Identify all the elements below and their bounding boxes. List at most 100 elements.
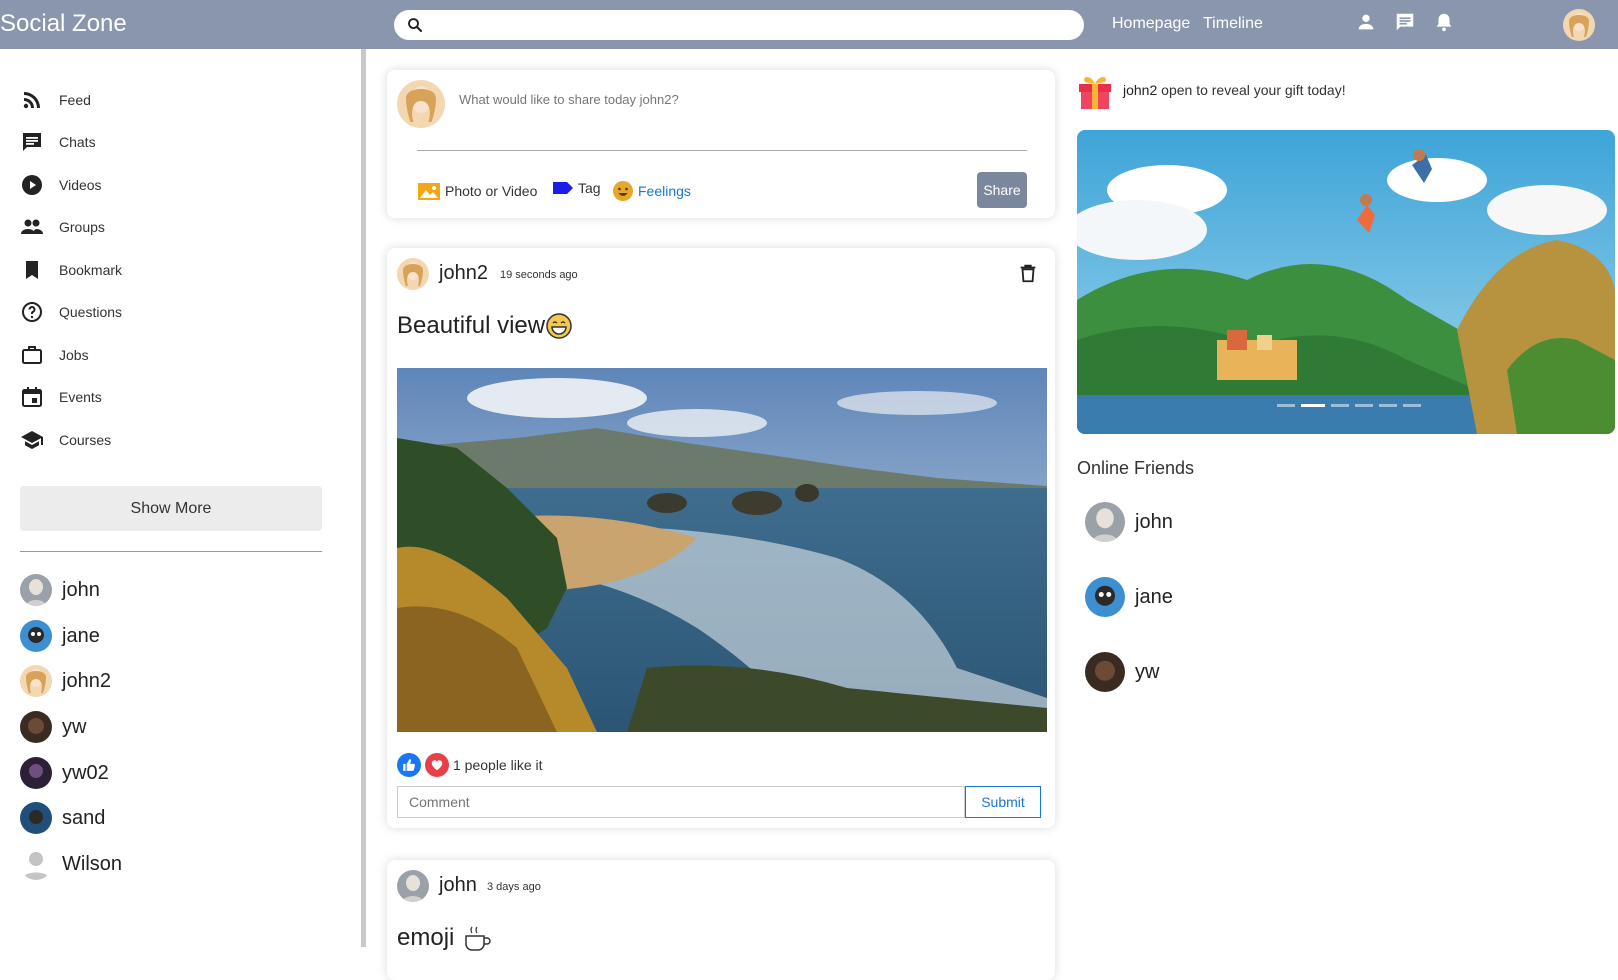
friend-item-john[interactable]: john — [20, 573, 100, 607]
sidebar-item-chats[interactable]: Chats — [20, 127, 320, 157]
share-input[interactable] — [459, 92, 1019, 107]
post-username[interactable]: john2 — [439, 262, 488, 285]
avatar[interactable] — [397, 258, 429, 290]
gift-text: john2 open to reveal your gift today! — [1123, 82, 1346, 98]
friend-name: Wilson — [62, 852, 123, 875]
carousel-dot[interactable] — [1277, 404, 1295, 407]
sidebar-scrollbar[interactable] — [361, 49, 366, 947]
carousel-dot[interactable] — [1403, 404, 1421, 407]
sidebar-item-feed[interactable]: Feed — [20, 85, 320, 115]
online-friends-title: Online Friends — [1077, 458, 1195, 478]
chat-icon — [23, 133, 41, 151]
gift-banner[interactable]: john2 open to reveal your gift today! — [1077, 70, 1346, 110]
comment-input[interactable] — [397, 786, 965, 818]
sidebar-item-videos[interactable]: Videos — [20, 170, 320, 200]
friend-name: john — [62, 578, 100, 601]
sidebar-item-label: Jobs — [59, 347, 89, 363]
sidebar-item-groups[interactable]: Groups — [20, 212, 320, 242]
photo-video-option[interactable]: Photo or Video — [417, 180, 537, 202]
top-bar: Social Zone Homepage Timeline — [0, 0, 1618, 49]
friend-item-jane[interactable]: jane — [20, 619, 100, 653]
sidebar-item-label: Groups — [59, 219, 105, 235]
post-timestamp: 19 seconds ago — [500, 269, 578, 281]
nav-timeline[interactable]: Timeline — [1203, 15, 1263, 33]
briefcase-icon — [22, 346, 42, 364]
friend-item-yw02[interactable]: yw02 — [20, 756, 109, 790]
gift-message: open to reveal your gift today! — [1157, 82, 1346, 98]
avatar — [20, 848, 52, 880]
promo-carousel[interactable] — [1077, 130, 1615, 434]
sidebar-item-jobs[interactable]: Jobs — [20, 340, 320, 370]
sidebar-item-label: Feed — [59, 92, 91, 108]
avatar — [20, 711, 52, 743]
photo-icon — [418, 183, 440, 200]
avatar — [397, 80, 445, 128]
trash-icon[interactable] — [1017, 262, 1039, 284]
post-timestamp: 3 days ago — [487, 881, 541, 893]
online-friend-john[interactable]: john — [1085, 502, 1173, 542]
like-row: 1 people like it — [397, 753, 543, 777]
search-icon — [408, 18, 423, 33]
share-button[interactable]: Share — [977, 172, 1027, 208]
carousel-dot[interactable] — [1301, 404, 1325, 407]
carousel-dot[interactable] — [1379, 404, 1397, 407]
sidebar-item-bookmark[interactable]: Bookmark — [20, 255, 320, 285]
sidebar-item-label: Events — [59, 389, 102, 405]
sidebar-item-events[interactable]: Events — [20, 382, 320, 412]
like-icon[interactable] — [397, 753, 421, 777]
grin-emoji-icon — [546, 313, 572, 339]
friend-name: jane — [1135, 585, 1173, 608]
post-image[interactable] — [397, 368, 1047, 732]
avatar — [1085, 577, 1125, 617]
post-username[interactable]: john — [439, 874, 477, 897]
avatar — [20, 620, 52, 652]
gift-user: john2 — [1123, 82, 1158, 98]
sidebar-item-courses[interactable]: Courses — [20, 425, 320, 455]
person-icon[interactable] — [1355, 11, 1377, 33]
sidebar-item-label: Questions — [59, 304, 123, 320]
tag-option[interactable]: Tag — [552, 180, 601, 196]
emoji-icon — [613, 181, 633, 201]
post-card: john2 19 seconds ago Beautiful view 1 pe… — [387, 248, 1055, 828]
sidebar-item-label: Bookmark — [59, 262, 123, 278]
friend-name: jane — [62, 624, 100, 647]
friend-item-sand[interactable]: sand — [20, 801, 105, 835]
feelings-option[interactable]: Feelings — [612, 180, 691, 202]
coffee-emoji-icon — [465, 926, 492, 951]
help-icon — [22, 302, 42, 322]
carousel-dot[interactable] — [1331, 404, 1349, 407]
friend-name: sand — [62, 806, 106, 829]
submit-button[interactable]: Submit — [965, 786, 1041, 818]
left-sidebar: Feed Chats Videos Groups Bookmark Questi… — [0, 49, 362, 947]
sidebar-item-questions[interactable]: Questions — [20, 297, 320, 327]
carousel-dots — [1277, 404, 1421, 407]
bookmark-icon — [26, 261, 38, 279]
search-input[interactable] — [434, 14, 1064, 36]
bell-icon[interactable] — [1433, 11, 1455, 33]
online-friend-yw[interactable]: yw — [1085, 652, 1159, 692]
show-more-button[interactable]: Show More — [20, 486, 322, 531]
nav-homepage[interactable]: Homepage — [1112, 15, 1190, 33]
avatar — [20, 665, 52, 697]
avatar[interactable] — [397, 870, 429, 902]
friend-item-yw[interactable]: yw — [20, 710, 86, 744]
post-text: emoji — [397, 924, 492, 952]
app-logo[interactable]: Social Zone — [0, 10, 127, 38]
user-avatar[interactable] — [1563, 9, 1595, 41]
feelings-label: Feelings — [638, 183, 691, 199]
heart-icon[interactable] — [425, 753, 449, 777]
chat-icon[interactable] — [1394, 11, 1416, 33]
friend-name: yw02 — [62, 761, 109, 784]
like-count: 1 people like it — [453, 757, 543, 773]
friend-item-john2[interactable]: john2 — [20, 664, 111, 698]
sidebar-divider — [20, 551, 322, 552]
avatar — [20, 802, 52, 834]
group-icon — [21, 219, 43, 234]
rss-icon — [23, 92, 40, 109]
online-friend-jane[interactable]: jane — [1085, 577, 1173, 617]
carousel-dot[interactable] — [1355, 404, 1373, 407]
friend-item-wilson[interactable]: Wilson — [20, 847, 122, 881]
sidebar-item-label: Chats — [59, 134, 96, 150]
search-bar[interactable] — [394, 10, 1084, 40]
photo-video-label: Photo or Video — [445, 183, 538, 199]
